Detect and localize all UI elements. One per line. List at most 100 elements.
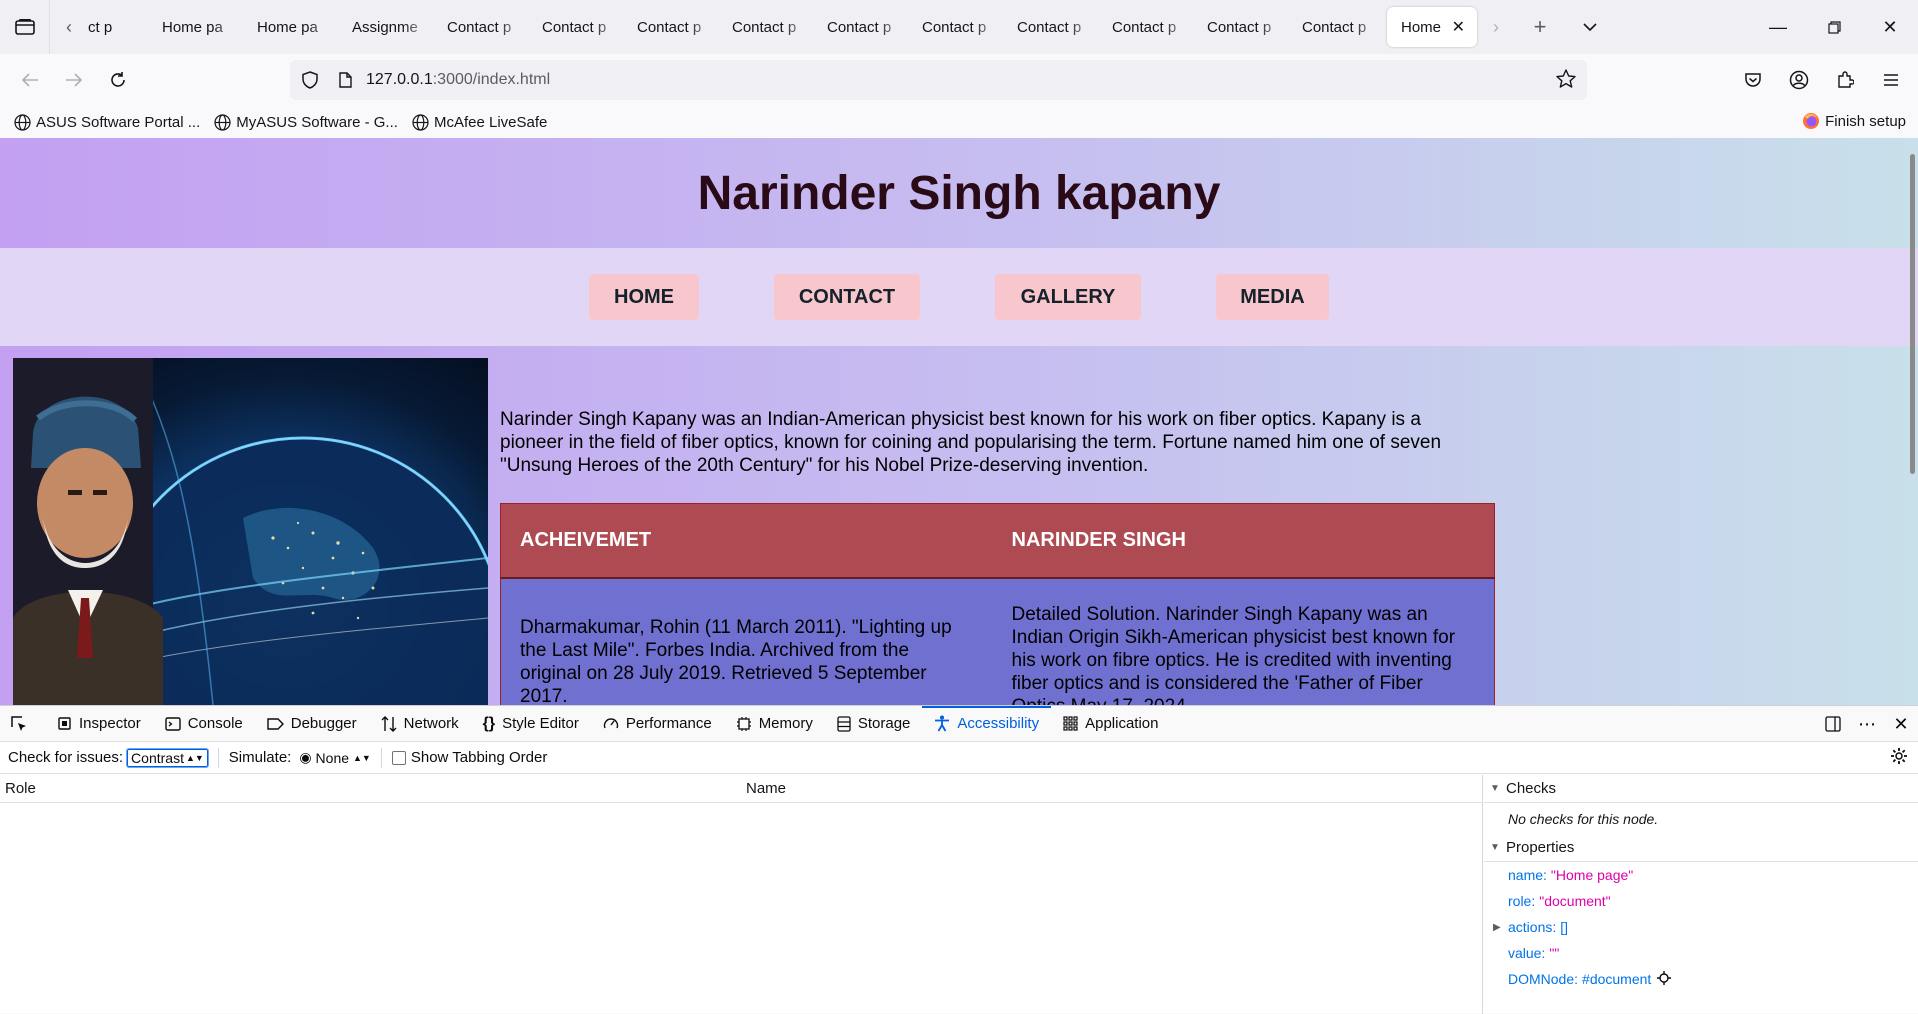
content-area: Narinder Singh Kapany was an Indian-Amer… [0,346,1918,705]
scroll-tabs-right-button[interactable]: › [1477,0,1515,54]
scroll-tabs-left-button[interactable]: ‹ [50,0,88,54]
tab-active[interactable]: Home ✕ [1387,7,1477,47]
pick-element-icon [11,715,26,731]
restore-button[interactable] [1806,0,1862,54]
simulate-select[interactable]: ◉ None ▲▼ [299,749,371,766]
nav-media-button[interactable]: MEDIA [1216,274,1329,320]
firefox-view-button[interactable] [0,0,50,54]
arrow-left-icon [21,73,38,87]
app-menu-button[interactable] [1868,58,1914,102]
window-controls: — ✕ [1750,0,1918,54]
url-bar[interactable]: 127.0.0.1:3000/index.html [290,60,1587,100]
tab-memory[interactable]: Memory [724,706,825,742]
globe-icon [214,113,231,131]
tab[interactable]: Contact p [1003,7,1098,47]
url-text[interactable]: 127.0.0.1:3000/index.html [366,71,550,89]
bookmark-star-icon[interactable] [1555,68,1577,93]
list-all-tabs-button[interactable] [1565,0,1615,54]
separator [380,747,382,768]
tab[interactable]: Contact p [1288,7,1383,47]
tab[interactable]: Assignme [338,7,433,47]
toolbar-right [1730,54,1918,106]
tab-network[interactable]: Network [369,706,471,742]
back-button[interactable] [8,58,52,102]
property-row[interactable]: ▶ actions: [] [1484,914,1918,940]
close-devtools-icon[interactable]: ✕ [1884,714,1918,735]
tab[interactable]: Contact p [623,7,718,47]
tab[interactable]: Contact p [1098,7,1193,47]
pocket-button[interactable] [1730,58,1776,102]
earth-fiber-illustration [13,358,488,705]
page-icon[interactable] [330,72,360,88]
finish-setup-button[interactable]: Finish setup [1802,112,1906,130]
tab[interactable]: Contact p [1193,7,1288,47]
tab[interactable]: Home pa [243,7,338,47]
page-title: Narinder Singh kapany [697,166,1221,220]
new-tab-button[interactable]: + [1515,0,1565,54]
tab[interactable]: Contact p [433,7,528,47]
tab[interactable]: Contact p [813,7,908,47]
bookmark-item[interactable]: ASUS Software Portal ... [14,114,200,131]
tab-application[interactable]: Application [1051,706,1170,742]
accessibility-sidebar: ▼ Checks No checks for this node. ▼ Prop… [1484,775,1918,1014]
scrollbar-thumb[interactable] [1910,154,1915,474]
check-issues-select[interactable]: Contrast ▲▼ [126,747,209,768]
close-tab-icon[interactable]: ✕ [1452,17,1465,37]
check-issues-label: Check for issues: [8,749,124,766]
tab-console[interactable]: Console [153,706,255,742]
site-header: Narinder Singh kapany [0,138,1918,248]
tracking-protection-icon[interactable] [290,71,330,89]
tab-inspector[interactable]: Inspector [45,706,153,742]
close-window-button[interactable]: ✕ [1862,0,1918,54]
forward-button[interactable] [52,58,96,102]
portrait [13,358,163,705]
show-tabbing-order-checkbox[interactable] [391,750,406,765]
tab[interactable]: Home pa [148,7,243,47]
reload-button[interactable] [96,58,140,102]
bookmark-item[interactable]: McAfee LiveSafe [412,114,547,131]
settings-gear-icon[interactable] [1890,747,1908,768]
properties-section-header[interactable]: ▼ Properties [1484,834,1918,862]
chevron-right-icon: › [1493,16,1499,37]
tab-style-editor[interactable]: {} Style Editor [471,706,591,742]
nav-home-button[interactable]: HOME [589,274,699,320]
tab-storage[interactable]: Storage [825,706,923,742]
checks-section-header[interactable]: ▼ Checks [1484,775,1918,803]
network-icon [381,715,397,732]
tab-debugger[interactable]: Debugger [255,706,369,742]
chevron-down-icon [1583,22,1597,31]
memory-icon [736,716,751,731]
plus-icon: + [1533,14,1547,39]
globe-icon [14,113,31,131]
bookmarks-toolbar: ASUS Software Portal ... MyASUS Software… [0,106,1918,138]
minimize-button[interactable]: — [1750,0,1806,54]
accessibility-body: Role Name ▼ Checks No checks for this no… [0,775,1918,1014]
tab[interactable]: ct p [88,7,148,47]
table-cell: Dharmakumar, Rohin (11 March 2011). "Lig… [500,577,993,705]
tab[interactable]: Contact p [908,7,1003,47]
tab-list: ct p Home pa Home pa Assignme Contact p … [88,0,1477,54]
extensions-button[interactable] [1822,58,1868,102]
account-button[interactable] [1776,58,1822,102]
console-icon [165,716,181,731]
bookmark-item[interactable]: MyASUS Software - G... [214,114,398,131]
select-node-target-icon[interactable] [1657,970,1672,988]
tab[interactable]: Contact p [718,7,813,47]
portrait-image [13,358,488,705]
dock-side-icon[interactable] [1816,716,1850,732]
expand-triangle-icon: ▼ [1490,783,1500,794]
nav-contact-button[interactable]: CONTACT [774,274,920,320]
tab-accessibility[interactable]: Accessibility [922,705,1051,742]
storage-icon [837,715,851,732]
tab[interactable]: Contact p [528,7,623,47]
more-options-icon[interactable]: ⋯ [1850,714,1884,735]
pick-element-button[interactable] [0,706,45,742]
expand-arrow-icon[interactable]: ▶ [1493,922,1501,933]
show-tabbing-order-label: Show Tabbing Order [410,749,548,766]
devtools-panel: Inspector Console Debugger Network {} St… [0,705,1918,1014]
eye-icon: ◉ [299,749,312,765]
puzzle-icon [1838,71,1854,88]
tab-performance[interactable]: Performance [591,706,724,742]
page-scrollbar[interactable] [1906,138,1918,705]
nav-gallery-button[interactable]: GALLERY [995,274,1141,320]
